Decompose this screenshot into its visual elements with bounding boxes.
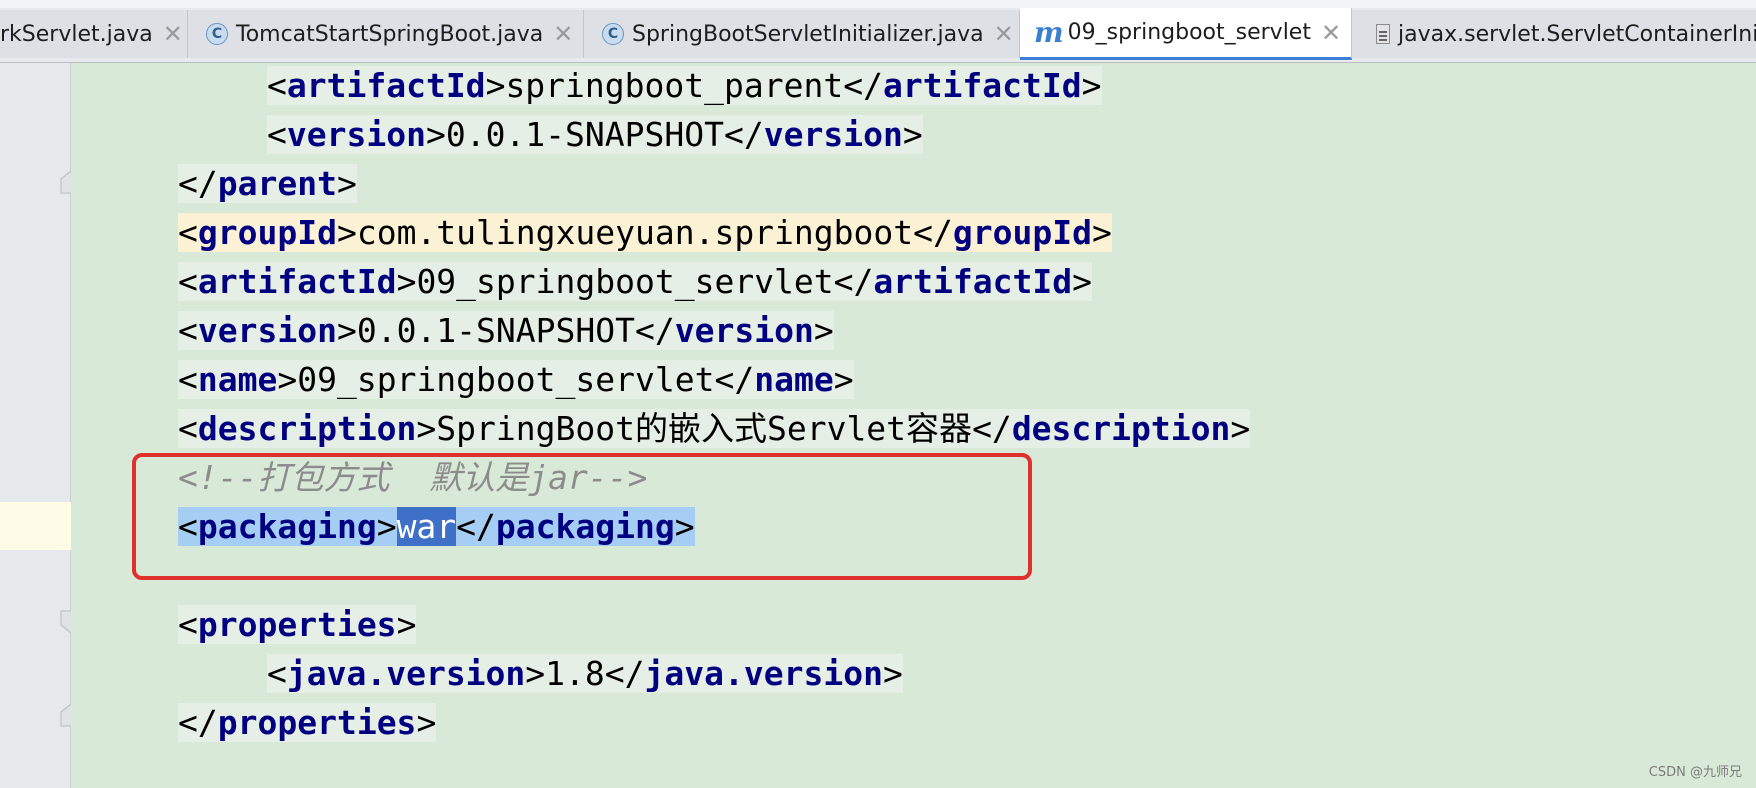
close-icon[interactable]: ✕ — [994, 20, 1014, 48]
watermark: CSDN @九师兄 — [1648, 765, 1742, 780]
annotation-highlight-box — [132, 453, 1032, 580]
code-line-version-parent: <version>0.0.1-SNAPSHOT</version> — [267, 115, 923, 154]
tab-bar-top-strip — [0, 0, 1756, 8]
tab-rkservlet[interactable]: rkServlet.java ✕ — [0, 10, 188, 58]
editor-gutter — [0, 63, 82, 788]
tab-09-springboot-servlet[interactable]: m 09_springboot_servlet ✕ — [1020, 8, 1352, 60]
code-line-properties-open: <properties> — [178, 605, 417, 644]
close-icon[interactable]: ✕ — [1321, 19, 1341, 47]
class-icon: C — [602, 23, 624, 45]
class-icon: C — [206, 23, 228, 45]
file-icon — [1376, 24, 1390, 44]
tab-label: SpringBootServletInitializer.java — [632, 21, 984, 47]
tab-tomcat-start-springboot[interactable]: C TomcatStartSpringBoot.java ✕ — [188, 10, 584, 58]
maven-icon: m — [1034, 16, 1064, 49]
code-line-name: <name>09_springboot_servlet</name> — [178, 360, 854, 399]
tab-servlet-container-initializer[interactable]: javax.servlet.ServletContainerInit — [1352, 10, 1756, 58]
code-line-version: <version>0.0.1-SNAPSHOT</version> — [178, 311, 834, 350]
tab-label: javax.servlet.ServletContainerInit — [1398, 21, 1756, 47]
tab-springboot-servlet-initializer[interactable]: C SpringBootServletInitializer.java ✕ — [584, 10, 1020, 58]
tab-label: TomcatStartSpringBoot.java — [236, 21, 544, 47]
close-icon[interactable]: ✕ — [163, 20, 183, 48]
close-icon[interactable]: ✕ — [553, 20, 573, 48]
editor-tab-bar: rkServlet.java ✕ C TomcatStartSpringBoot… — [0, 0, 1756, 63]
code-line-properties-close: </properties> — [178, 703, 437, 742]
tab-label: rkServlet.java — [0, 21, 153, 47]
code-line-parent-close: </parent> — [178, 164, 357, 203]
code-line-groupid: <groupId>com.tulingxueyuan.springboot</g… — [178, 213, 1112, 252]
tab-label: 09_springboot_servlet — [1067, 20, 1311, 45]
code-line-description: <description>SpringBoot的嵌入式Servlet容器</de… — [178, 409, 1251, 448]
code-line-java-version: <java.version>1.8</java.version> — [267, 654, 903, 693]
code-line-artifactid: <artifactId>09_springboot_servlet</artif… — [178, 262, 1092, 301]
code-line-artifactid-parent: <artifactId>springboot_parent</artifactI… — [267, 66, 1102, 105]
